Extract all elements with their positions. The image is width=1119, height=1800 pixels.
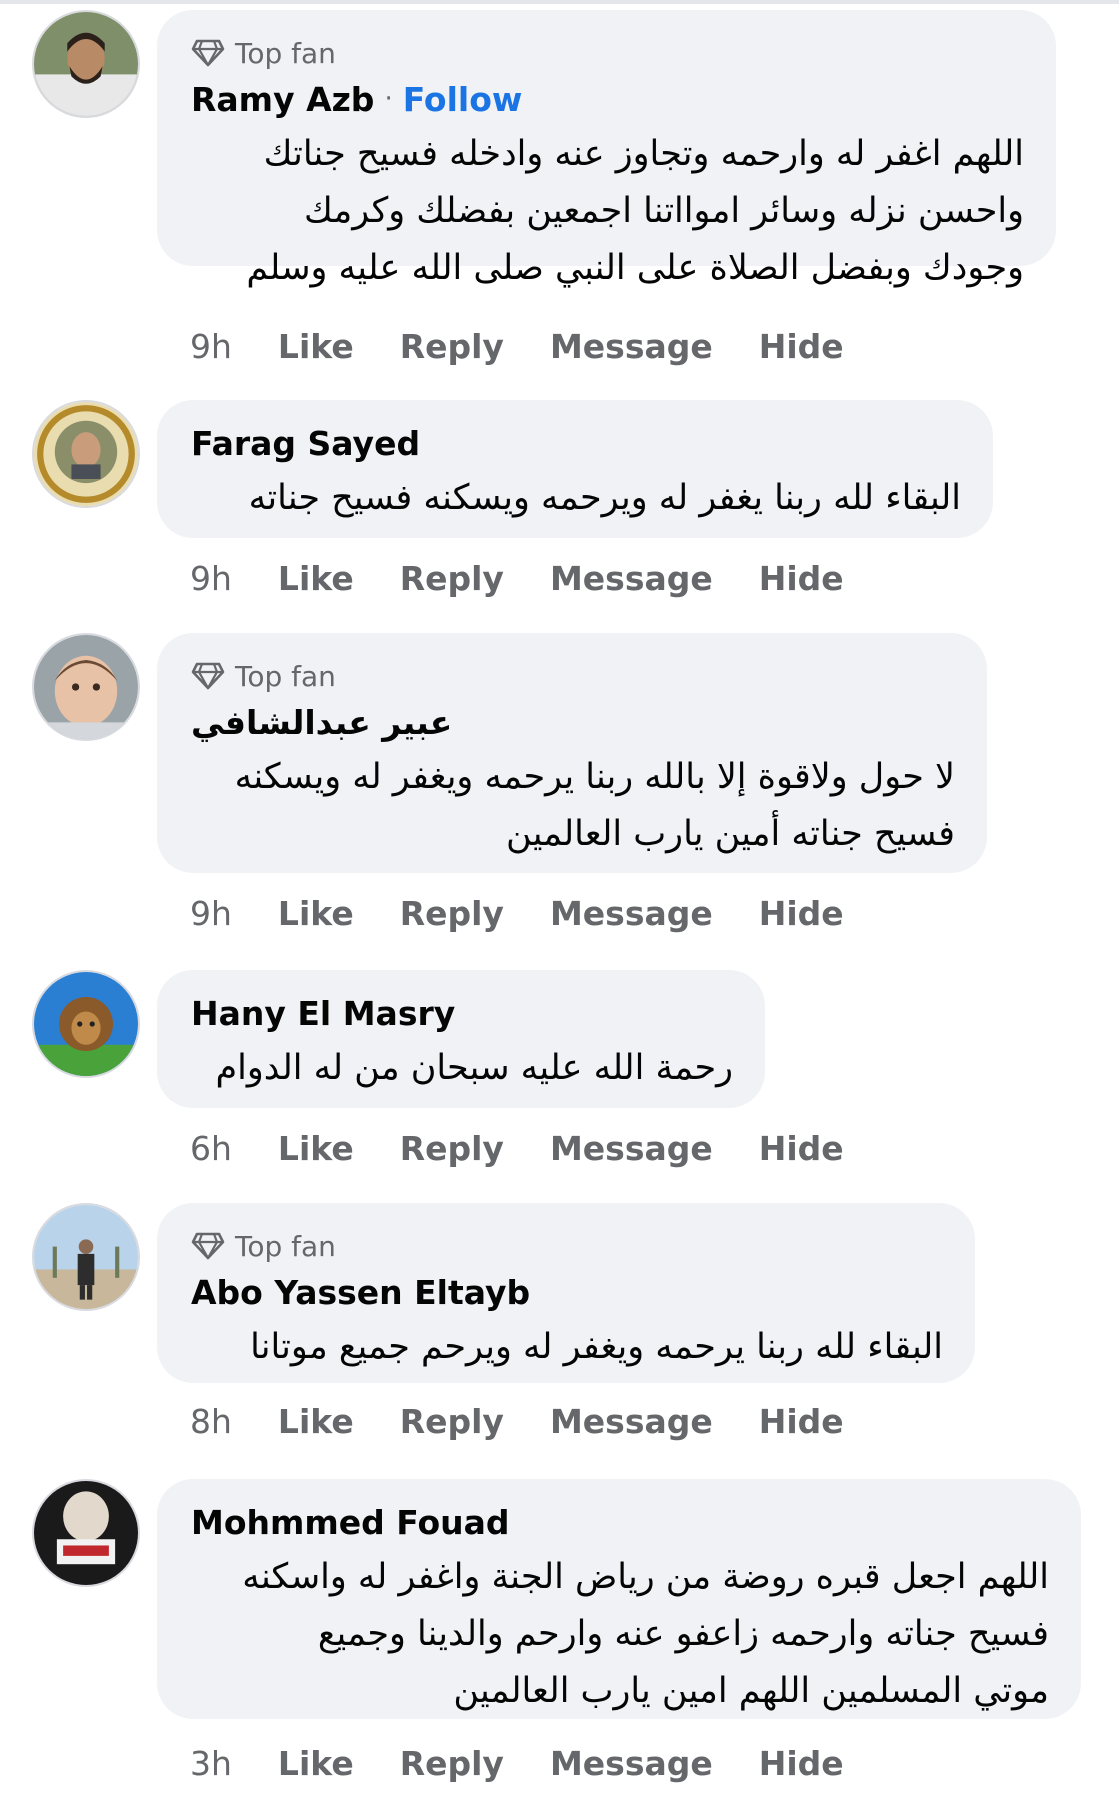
comment-line: فسيح جناته وارحمه زاعفو عنه وارحم والدين… (317, 1614, 1049, 1654)
hide-button[interactable]: Hide (759, 327, 844, 366)
comment-text: رحمة الله عليه سبحان من له الدوام (191, 1040, 733, 1097)
message-button[interactable]: Message (550, 1744, 713, 1783)
avatar-photo-icon (34, 1205, 138, 1309)
like-button[interactable]: Like (278, 327, 354, 366)
separator-dot: · (384, 84, 393, 114)
follow-link[interactable]: Follow (403, 80, 523, 119)
comment-actions: 9h Like Reply Message Hide (190, 322, 890, 370)
badge-label: Top fan (235, 36, 336, 70)
comment-actions: 3h Like Reply Message Hide (190, 1739, 890, 1787)
comment-actions: 9h Like Reply Message Hide (190, 889, 890, 937)
avatar-photo-icon (34, 12, 138, 116)
comment-bubble: Top fan عبير عبدالشافي لا حول ولاقوة إلا… (157, 633, 987, 873)
timestamp[interactable]: 9h (190, 894, 232, 933)
reply-button[interactable]: Reply (400, 1402, 504, 1441)
diamond-icon (191, 39, 225, 67)
hide-button[interactable]: Hide (759, 1129, 844, 1168)
comment-line: لا حول ولاقوة إلا بالله ربنا يرحمه ويغفر… (234, 757, 955, 797)
timestamp[interactable]: 8h (190, 1402, 232, 1441)
timestamp[interactable]: 9h (190, 327, 232, 366)
diamond-icon (191, 662, 225, 690)
badge-label: Top fan (235, 659, 336, 693)
commenter-name[interactable]: عبير عبدالشافي (191, 703, 452, 742)
comment-actions: 9h Like Reply Message Hide (190, 554, 890, 602)
commenter-name[interactable]: Farag Sayed (191, 424, 420, 463)
avatar-photo-icon (34, 635, 138, 739)
avatar[interactable] (32, 10, 140, 118)
avatar-photo-icon (34, 1481, 138, 1585)
comment-bubble: Top fan Abo Yassen Eltayb البقاء لله ربن… (157, 1203, 975, 1383)
like-button[interactable]: Like (278, 1402, 354, 1441)
reply-button[interactable]: Reply (400, 327, 504, 366)
top-fan-badge: Top fan (191, 1229, 943, 1263)
comment-line: اللهم اجعل قبره روضة من رياض الجنة واغفر… (242, 1557, 1049, 1597)
comment-line: فسيح جناته أمين يارب العالمين (506, 814, 955, 854)
commenter-name[interactable]: Ramy Azb (191, 80, 374, 119)
avatar[interactable] (32, 970, 140, 1078)
avatar[interactable] (32, 1479, 140, 1587)
message-button[interactable]: Message (550, 559, 713, 598)
comment-text: البقاء لله ربنا يغفر له ويرحمه ويسكنه فس… (191, 470, 961, 527)
timestamp[interactable]: 9h (190, 559, 232, 598)
comment-bubble: Hany El Masry رحمة الله عليه سبحان من له… (157, 970, 765, 1108)
avatar[interactable] (32, 1203, 140, 1311)
comment-line: واحسن نزله وسائر اموااتنا اجمعين بفضلك و… (304, 191, 1024, 231)
hide-button[interactable]: Hide (759, 1402, 844, 1441)
reply-button[interactable]: Reply (400, 559, 504, 598)
message-button[interactable]: Message (550, 1402, 713, 1441)
like-button[interactable]: Like (278, 894, 354, 933)
comment-text: البقاء لله ربنا يرحمه ويغفر له ويرحم جمي… (191, 1319, 943, 1376)
comment-actions: 8h Like Reply Message Hide (190, 1397, 890, 1445)
comment-line: البقاء لله ربنا يرحمه ويغفر له ويرحم جمي… (250, 1327, 943, 1367)
timestamp[interactable]: 3h (190, 1744, 232, 1783)
hide-button[interactable]: Hide (759, 1744, 844, 1783)
avatar[interactable] (32, 633, 140, 741)
comment-bubble: Mohmmed Fouad اللهم اجعل قبره روضة من ري… (157, 1479, 1081, 1719)
diamond-icon (191, 1232, 225, 1260)
message-button[interactable]: Message (550, 327, 713, 366)
comment-line: رحمة الله عليه سبحان من له الدوام (215, 1048, 733, 1088)
top-fan-badge: Top fan (191, 36, 1024, 70)
comment-text: لا حول ولاقوة إلا بالله ربنا يرحمه ويغفر… (191, 749, 955, 863)
avatar-photo-icon (34, 972, 138, 1076)
comment-line: اللهم اغفر له وارحمه وتجاوز عنه وادخله ف… (263, 134, 1024, 174)
top-divider (0, 0, 1119, 4)
avatar-photo-icon (34, 402, 138, 506)
reply-button[interactable]: Reply (400, 1744, 504, 1783)
commenter-name[interactable]: Abo Yassen Eltayb (191, 1273, 530, 1312)
reply-button[interactable]: Reply (400, 894, 504, 933)
like-button[interactable]: Like (278, 1129, 354, 1168)
comment-actions: 6h Like Reply Message Hide (190, 1124, 890, 1172)
like-button[interactable]: Like (278, 1744, 354, 1783)
comment-bubble: Farag Sayed البقاء لله ربنا يغفر له ويرح… (157, 400, 993, 538)
comment-text: اللهم اغفر له وارحمه وتجاوز عنه وادخله ف… (191, 126, 1024, 297)
comment-line: البقاء لله ربنا يغفر له ويرحمه ويسكنه فس… (248, 478, 961, 518)
comment-line: وجودك وبفضل الصلاة على النبي صلى الله عل… (246, 248, 1024, 288)
comment-bubble: Top fan Ramy Azb · Follow اللهم اغفر له … (157, 10, 1056, 288)
top-fan-badge: Top fan (191, 659, 955, 693)
commenter-name[interactable]: Hany El Masry (191, 994, 455, 1033)
comment-text: اللهم اجعل قبره روضة من رياض الجنة واغفر… (191, 1549, 1049, 1720)
commenter-name[interactable]: Mohmmed Fouad (191, 1503, 510, 1542)
message-button[interactable]: Message (550, 894, 713, 933)
badge-label: Top fan (235, 1229, 336, 1263)
comment-line: موتي المسلمين اللهم امين يارب العالمين (453, 1671, 1049, 1711)
reply-button[interactable]: Reply (400, 1129, 504, 1168)
message-button[interactable]: Message (550, 1129, 713, 1168)
timestamp[interactable]: 6h (190, 1129, 232, 1168)
like-button[interactable]: Like (278, 559, 354, 598)
hide-button[interactable]: Hide (759, 894, 844, 933)
avatar[interactable] (32, 400, 140, 508)
hide-button[interactable]: Hide (759, 559, 844, 598)
